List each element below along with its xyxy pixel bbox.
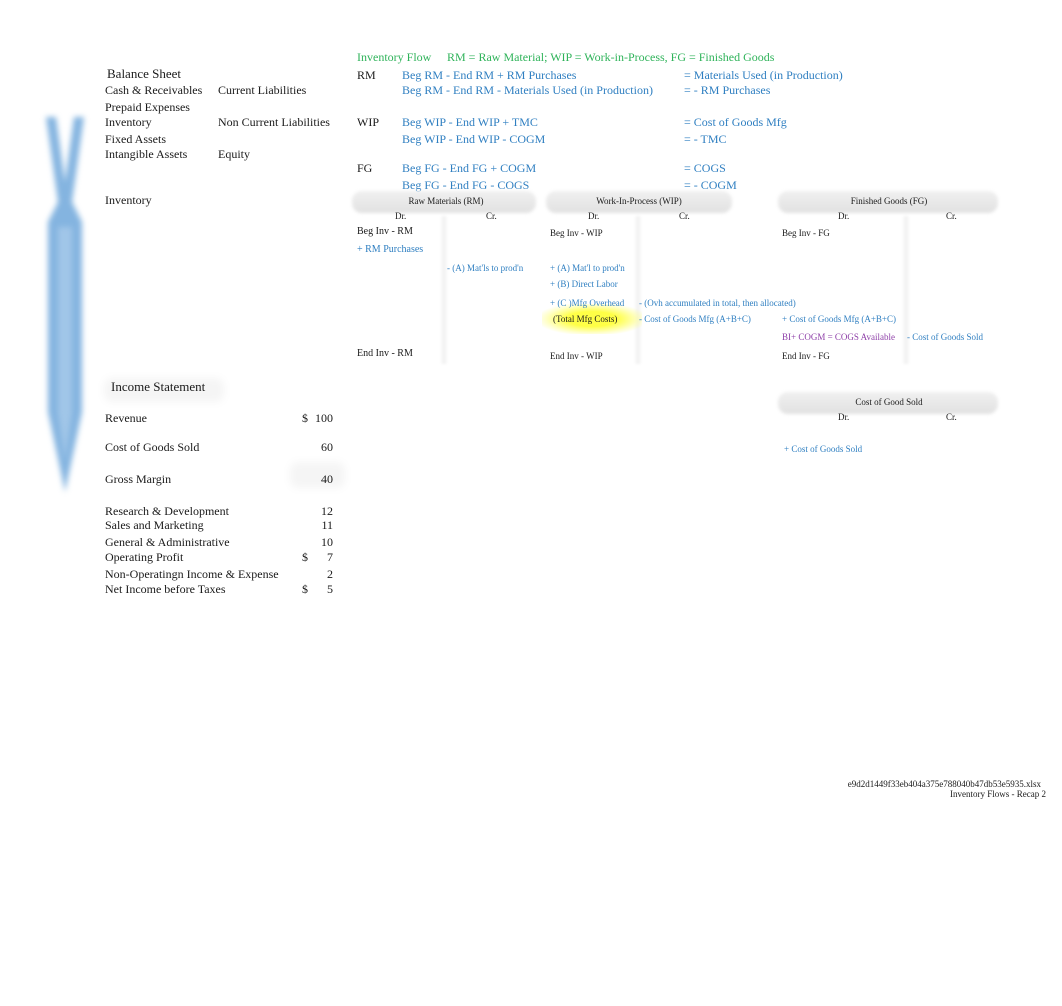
flow-row-label: FG: [357, 161, 373, 175]
fg-title: Finished Goods (FG): [850, 196, 928, 206]
flow-formula: Beg RM - End RM + RM Purchases: [402, 68, 577, 82]
flow-result: = COGS: [684, 161, 726, 175]
fg-beg: Beg Inv - FG: [782, 228, 830, 238]
income-row-value: 11: [321, 518, 333, 532]
income-row-value: 100: [315, 411, 333, 425]
rm-title: Raw Materials (RM): [408, 196, 484, 206]
income-row-value: 12: [321, 504, 333, 518]
fg-dr: Dr.: [838, 211, 850, 221]
income-statement-title: Income Statement: [111, 379, 206, 394]
rm-beg: Beg Inv - RM: [357, 226, 413, 237]
footer-filename: e9d2d1449f33eb404a375e788040b47db53e5935…: [847, 779, 1041, 789]
flow-formula: Beg WIP - End WIP - COGM: [402, 132, 546, 146]
income-row-label: Sales and Marketing: [105, 518, 204, 532]
inventory-label: Inventory: [105, 193, 152, 207]
footer-sheet-name: Inventory Flows - Recap 2: [950, 789, 1046, 799]
wip-labor: + (B) Direct Labor: [550, 279, 618, 289]
liability-item: Non Current Liabilities: [218, 115, 330, 129]
wip-dr: Dr.: [588, 211, 600, 221]
fg-cr: Cr.: [946, 211, 957, 221]
flow-result: = Materials Used (in Production): [684, 68, 843, 82]
inventory-flow-legend: RM = Raw Material; WIP = Work-in-Process…: [447, 50, 775, 64]
asset-item: Fixed Assets: [105, 132, 167, 146]
wip-cr: Cr.: [679, 211, 690, 221]
cogs-debit: + Cost of Goods Sold: [784, 444, 863, 454]
cogs-title: Cost of Good Sold: [855, 397, 923, 407]
income-row-currency: $: [302, 411, 308, 425]
income-row-label: Revenue: [105, 411, 147, 425]
flow-result: = Cost of Goods Mfg: [684, 115, 787, 129]
asset-item: Intangible Assets: [105, 147, 188, 161]
fg-debit: + Cost of Goods Mfg (A+B+C): [782, 314, 896, 324]
wip-material: + (A) Mat'l to prod'n: [550, 263, 625, 273]
asset-item: Cash & Receivables: [105, 83, 203, 97]
flow-formula: Beg RM - End RM - Materials Used (in Pro…: [402, 83, 653, 97]
cogs-cr: Cr.: [946, 412, 957, 422]
wip-t-divider: [634, 216, 642, 364]
income-row-currency: $: [302, 582, 308, 596]
fg-credit: - Cost of Goods Sold: [907, 332, 984, 342]
fg-cogs-available: BI+ COGM = COGS Available: [782, 332, 895, 342]
wip-credit: - Cost of Goods Mfg (A+B+C): [639, 314, 751, 324]
income-row-label: Gross Margin: [105, 472, 172, 486]
income-row-label: Non-Operatingn Income & Expense: [105, 567, 279, 581]
flow-row-label: RM: [357, 68, 376, 82]
income-row-value: 7: [327, 550, 333, 564]
flow-row-label: WIP: [357, 115, 379, 129]
income-row-label: Research & Development: [105, 504, 229, 518]
flow-result: = - RM Purchases: [684, 83, 771, 97]
rm-cr: Cr.: [486, 211, 497, 221]
wip-total-mfg-costs: (Total Mfg Costs): [553, 314, 618, 324]
flow-formula: Beg WIP - End WIP + TMC: [402, 115, 538, 129]
wip-title: Work-In-Process (WIP): [596, 196, 682, 206]
wip-overhead: + (C )Mfg Overhead: [550, 298, 625, 308]
flow-formula: Beg FG - End FG + COGM: [402, 161, 537, 175]
income-row-label: Cost of Goods Sold: [105, 440, 200, 454]
rm-dr: Dr.: [395, 211, 407, 221]
income-row-value: 2: [327, 567, 333, 581]
liability-item: Current Liabilities: [218, 83, 307, 97]
income-row-value: 10: [321, 535, 333, 549]
income-row-value: 60: [321, 440, 333, 454]
inventory-flow-title: Inventory Flow: [357, 50, 432, 64]
flow-result: = - TMC: [684, 132, 727, 146]
income-row-label: Net Income before Taxes: [105, 582, 226, 596]
wip-beg: Beg Inv - WIP: [550, 228, 603, 238]
fg-end: End Inv - FG: [782, 351, 830, 361]
flow-arrow-icon: [46, 117, 84, 492]
cogs-dr: Dr.: [838, 412, 850, 422]
rm-purchases: + RM Purchases: [357, 244, 424, 255]
balance-sheet-title: Balance Sheet: [107, 66, 181, 81]
income-row-label: Operating Profit: [105, 550, 184, 564]
wip-end: End Inv - WIP: [550, 351, 603, 361]
income-row-currency: $: [302, 550, 308, 564]
income-row-value: 40: [321, 472, 333, 486]
income-row-value: 5: [327, 582, 333, 596]
asset-item: Inventory: [105, 115, 152, 129]
income-row-label: General & Administrative: [105, 535, 230, 549]
rm-end: End Inv - RM: [357, 348, 413, 359]
liability-item: Equity: [218, 147, 250, 161]
wip-overhead-note: - (Ovh accumulated in total, then alloca…: [639, 298, 796, 308]
gross-margin-shade: [290, 462, 345, 488]
rm-t-divider: [440, 216, 448, 364]
rm-credit: - (A) Mat'ls to prod'n: [447, 263, 524, 273]
asset-item: Prepaid Expenses: [105, 100, 190, 114]
